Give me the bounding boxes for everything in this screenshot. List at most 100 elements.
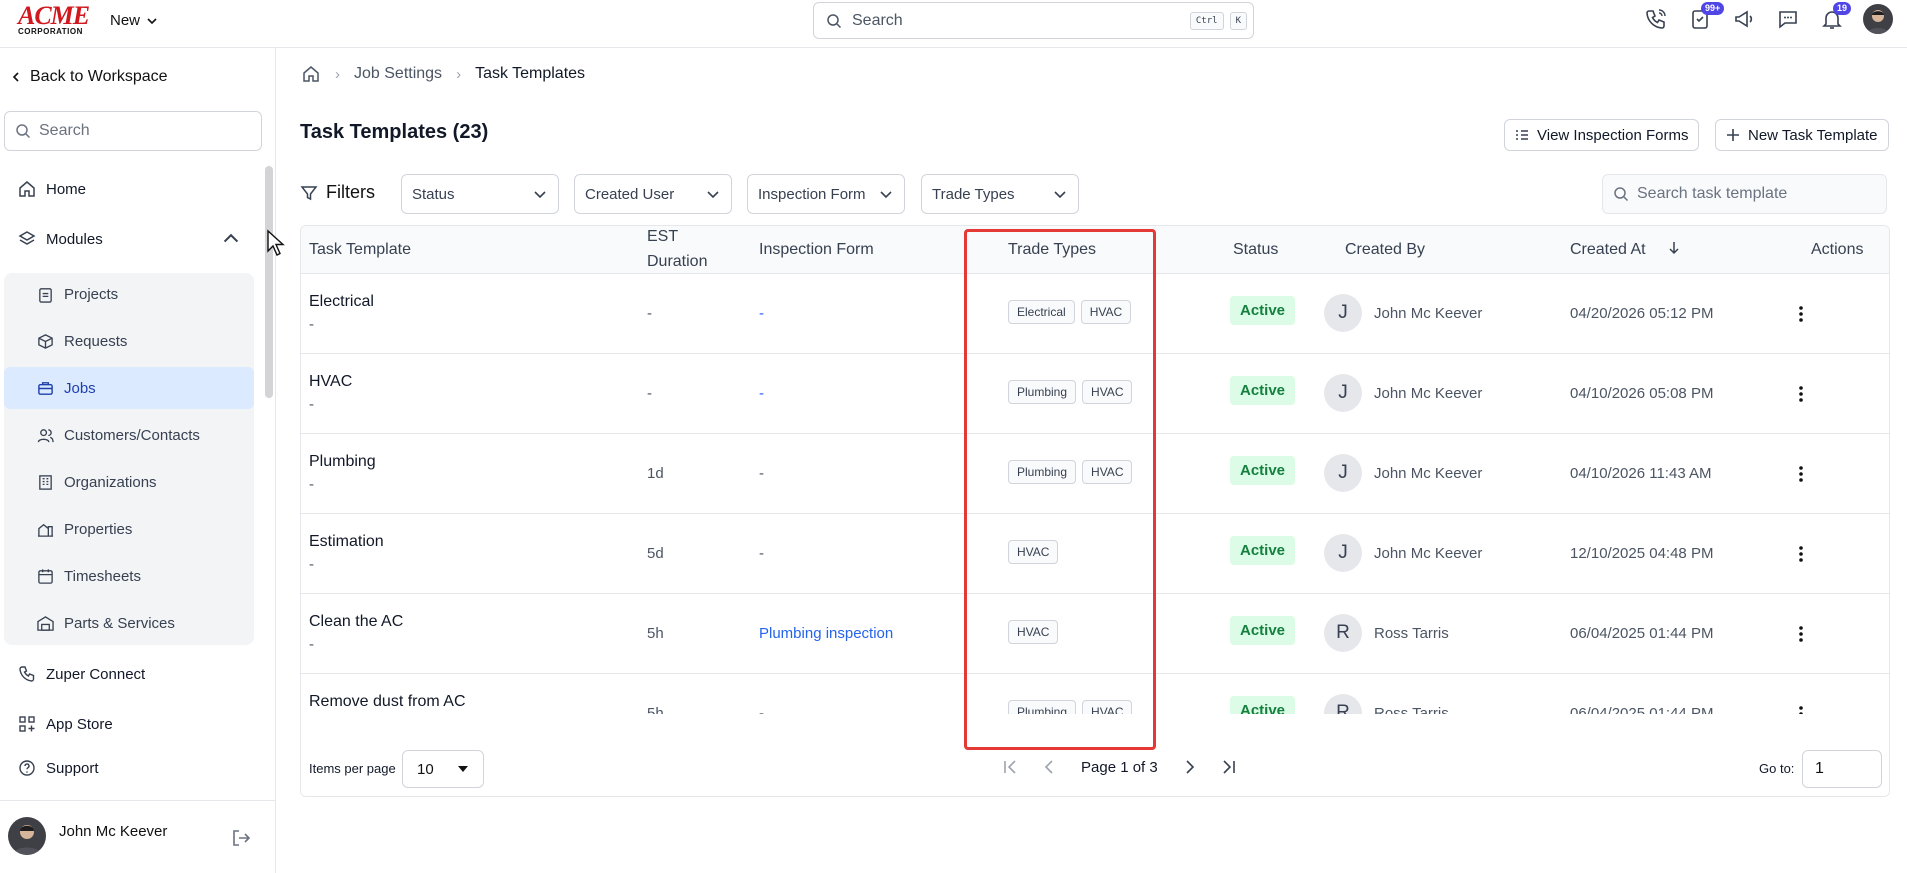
- new-button[interactable]: New: [110, 12, 158, 29]
- more-actions-icon[interactable]: [1791, 464, 1811, 484]
- est-duration: -: [647, 385, 652, 402]
- task-template-name[interactable]: Electrical: [309, 293, 374, 311]
- prev-page-icon[interactable]: [1041, 758, 1059, 776]
- global-search-input[interactable]: Search Ctrl K: [813, 2, 1254, 39]
- sidebar-item-support[interactable]: Support: [18, 759, 99, 777]
- col-est-line1: EST: [647, 228, 679, 245]
- phone-icon: [19, 666, 35, 682]
- trade-type-tags: Plumbing HVAC: [1008, 460, 1133, 484]
- sidebar-item-properties[interactable]: Properties: [4, 508, 254, 550]
- creator-avatar: J: [1324, 454, 1362, 492]
- shortcut-ctrl: Ctrl: [1189, 11, 1224, 30]
- creator-name: John Mc Keever: [1374, 305, 1483, 322]
- items-per-page-dropdown[interactable]: 10: [402, 750, 484, 788]
- more-actions-icon[interactable]: [1791, 384, 1811, 404]
- more-actions-icon[interactable]: [1791, 704, 1811, 714]
- task-templates-table: Task Template EST Duration Inspection Fo…: [300, 225, 1890, 797]
- creator-name: John Mc Keever: [1374, 385, 1483, 402]
- col-task-template[interactable]: Task Template: [309, 241, 411, 259]
- megaphone-icon[interactable]: [1731, 4, 1757, 34]
- sidebar-item-timesheets[interactable]: Timesheets: [4, 555, 254, 597]
- table-row[interactable]: Remove dust from AC-5h-PlumbingHVACActiv…: [301, 674, 1889, 714]
- view-inspection-forms-button[interactable]: View Inspection Forms: [1504, 119, 1700, 151]
- status-badge: Active: [1230, 696, 1296, 714]
- task-template-name[interactable]: Plumbing: [309, 453, 376, 471]
- trade-type-tags: HVAC: [1008, 540, 1059, 564]
- col-est-line2: Duration: [647, 253, 708, 270]
- new-task-template-button[interactable]: New Task Template: [1715, 119, 1889, 151]
- page-title: Task Templates (23): [300, 121, 489, 143]
- status-filter-dropdown[interactable]: Status: [401, 174, 559, 214]
- creator-avatar: R: [1324, 694, 1362, 714]
- help-icon: [19, 760, 35, 776]
- trade-type-tag: HVAC: [1008, 620, 1059, 644]
- top-icon-group: 99+ 19: [1643, 2, 1893, 34]
- status-badge: Active: [1230, 456, 1296, 485]
- task-template-name[interactable]: Remove dust from AC: [309, 693, 466, 711]
- sidebar-item-home[interactable]: Home: [18, 180, 86, 198]
- briefcase-icon: [38, 381, 53, 395]
- logout-icon[interactable]: [230, 827, 252, 849]
- more-actions-icon[interactable]: [1791, 624, 1811, 644]
- chevron-down-icon: [1054, 191, 1066, 199]
- sort-arrow-down-icon[interactable]: [1667, 240, 1681, 256]
- home-icon[interactable]: [301, 64, 321, 84]
- last-page-icon[interactable]: [1220, 758, 1238, 776]
- sidebar-item-requests[interactable]: Requests: [4, 320, 254, 362]
- sidebar-item-parts-services[interactable]: Parts & Services: [4, 602, 254, 644]
- inspection-form-value[interactable]: -: [759, 305, 764, 322]
- plus-icon: [1727, 129, 1739, 141]
- sidebar-item-app-store[interactable]: App Store: [18, 715, 113, 733]
- sidebar-item-modules[interactable]: Modules: [18, 230, 240, 248]
- trade-types-filter-dropdown[interactable]: Trade Types: [921, 174, 1079, 214]
- inspection-form-filter-dropdown[interactable]: Inspection Form: [747, 174, 905, 214]
- created-user-filter-dropdown[interactable]: Created User: [574, 174, 732, 214]
- task-template-name[interactable]: Estimation: [309, 533, 384, 551]
- sidebar-item-projects[interactable]: Projects: [4, 273, 254, 315]
- task-template-search-input[interactable]: Search task template: [1602, 174, 1887, 214]
- sidebar-item-organizations[interactable]: Organizations: [4, 461, 254, 503]
- created-at-value: 06/04/2025 01:44 PM: [1570, 705, 1714, 714]
- more-actions-icon[interactable]: [1791, 544, 1811, 564]
- goto-page-input[interactable]: 1: [1802, 750, 1882, 788]
- est-duration: 5h: [647, 625, 664, 642]
- sidebar-item-zuper-connect[interactable]: Zuper Connect: [18, 665, 145, 683]
- top-bar: ACME CORPORATION New Search Ctrl K 99+ 1…: [0, 0, 1907, 48]
- sidebar-search-input[interactable]: Search: [4, 111, 262, 151]
- table-row[interactable]: Electrical - - - Electrical HVAC Active J John M…: [301, 274, 1889, 354]
- first-page-icon[interactable]: [1001, 758, 1019, 776]
- table-row[interactable]: Estimation - 5d - HVAC Active J John Mc Keever 1…: [301, 514, 1889, 594]
- status-badge: Active: [1230, 536, 1296, 565]
- sidebar-item-jobs[interactable]: Jobs: [4, 367, 254, 409]
- more-actions-icon[interactable]: [1791, 304, 1811, 324]
- sidebar-scrollbar[interactable]: [265, 166, 273, 398]
- table-row[interactable]: HVAC - - - Plumbing HVAC Active J John Mc Keever…: [301, 354, 1889, 434]
- bell-icon[interactable]: 19: [1819, 2, 1852, 34]
- created-at-value: 04/10/2026 11:43 AM: [1570, 465, 1712, 482]
- status-badge: Active: [1230, 616, 1296, 645]
- col-created-at[interactable]: Created At: [1570, 241, 1646, 259]
- trade-type-tag: Plumbing: [1008, 460, 1077, 484]
- inspection-form-value[interactable]: -: [759, 385, 764, 402]
- table-row[interactable]: Plumbing -1d - Plumbing HVAC Active J John Mc K…: [301, 434, 1889, 514]
- status-badge: Active: [1230, 376, 1296, 405]
- back-to-workspace-link[interactable]: Back to Workspace: [10, 68, 168, 86]
- phone-icon[interactable]: [1643, 4, 1669, 34]
- sidebar-item-customers[interactable]: Customers/Contacts: [4, 414, 254, 456]
- task-template-name[interactable]: HVAC: [309, 373, 352, 391]
- chevron-down-icon: [147, 17, 157, 24]
- chat-icon[interactable]: [1775, 4, 1801, 34]
- task-template-name[interactable]: Clean the AC: [309, 613, 403, 631]
- trade-type-tag: Plumbing: [1008, 700, 1077, 714]
- profile-avatar[interactable]: [1863, 4, 1893, 34]
- company-logo[interactable]: ACME CORPORATION: [18, 3, 90, 36]
- tasks-icon[interactable]: 99+: [1687, 2, 1725, 34]
- home-icon: [19, 181, 35, 197]
- inspection-form-value[interactable]: Plumbing inspection: [759, 625, 893, 642]
- next-page-icon[interactable]: [1180, 758, 1198, 776]
- user-avatar[interactable]: [8, 817, 46, 855]
- task-template-description: -: [309, 556, 314, 573]
- breadcrumb-job-settings[interactable]: Job Settings: [354, 65, 442, 83]
- pagination: Page 1 of 3: [1001, 758, 1238, 776]
- table-row[interactable]: Clean the AC - 5h Plumbing inspection HVAC Ac…: [301, 594, 1889, 674]
